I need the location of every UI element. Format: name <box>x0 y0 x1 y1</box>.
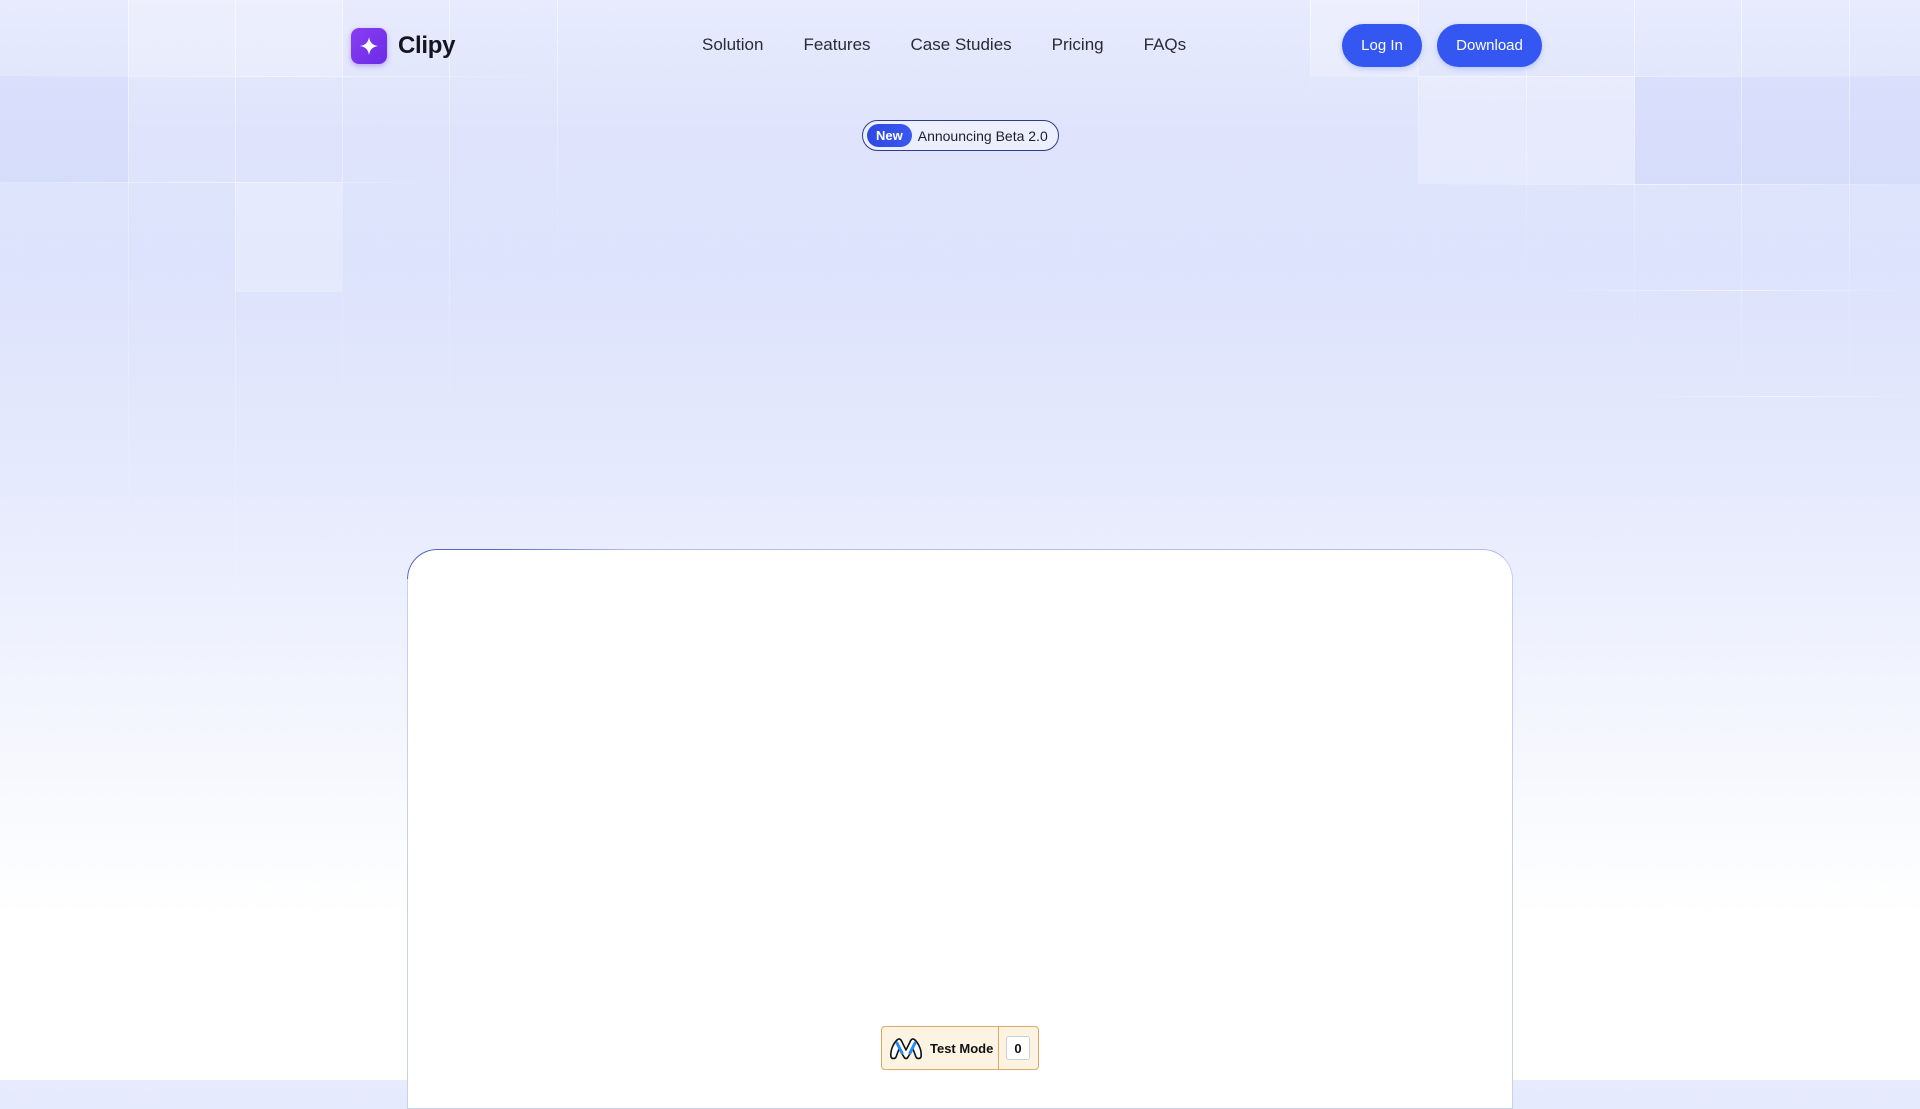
announcement-pill[interactable]: New Announcing Beta 2.0 <box>862 120 1059 151</box>
sparkle-icon <box>351 28 387 64</box>
test-mode-counter: 0 <box>1006 1036 1030 1060</box>
nav-item-solution[interactable]: Solution <box>702 35 763 55</box>
preview-card <box>407 549 1513 1109</box>
brand-name: Clipy <box>398 32 456 59</box>
nav-item-faqs[interactable]: FAQs <box>1144 35 1187 55</box>
main-nav: Solution Features Case Studies Pricing F… <box>702 33 1186 57</box>
mountain-logo-icon <box>889 1034 923 1062</box>
login-button[interactable]: Log In <box>1342 24 1422 67</box>
site-header: Clipy Solution Features Case Studies Pri… <box>0 0 1920 90</box>
download-button[interactable]: Download <box>1437 24 1542 67</box>
test-mode-divider <box>998 1027 999 1069</box>
nav-item-case-studies[interactable]: Case Studies <box>911 35 1012 55</box>
announcement-text: Announcing Beta 2.0 <box>917 127 1048 144</box>
nav-item-features[interactable]: Features <box>803 35 870 55</box>
nav-item-pricing[interactable]: Pricing <box>1052 35 1104 55</box>
new-badge: New <box>867 124 912 147</box>
test-mode-label: Test Mode <box>930 1040 994 1056</box>
brand-logo[interactable]: Clipy <box>351 28 455 64</box>
test-mode-widget[interactable]: Test Mode 0 <box>881 1026 1039 1070</box>
